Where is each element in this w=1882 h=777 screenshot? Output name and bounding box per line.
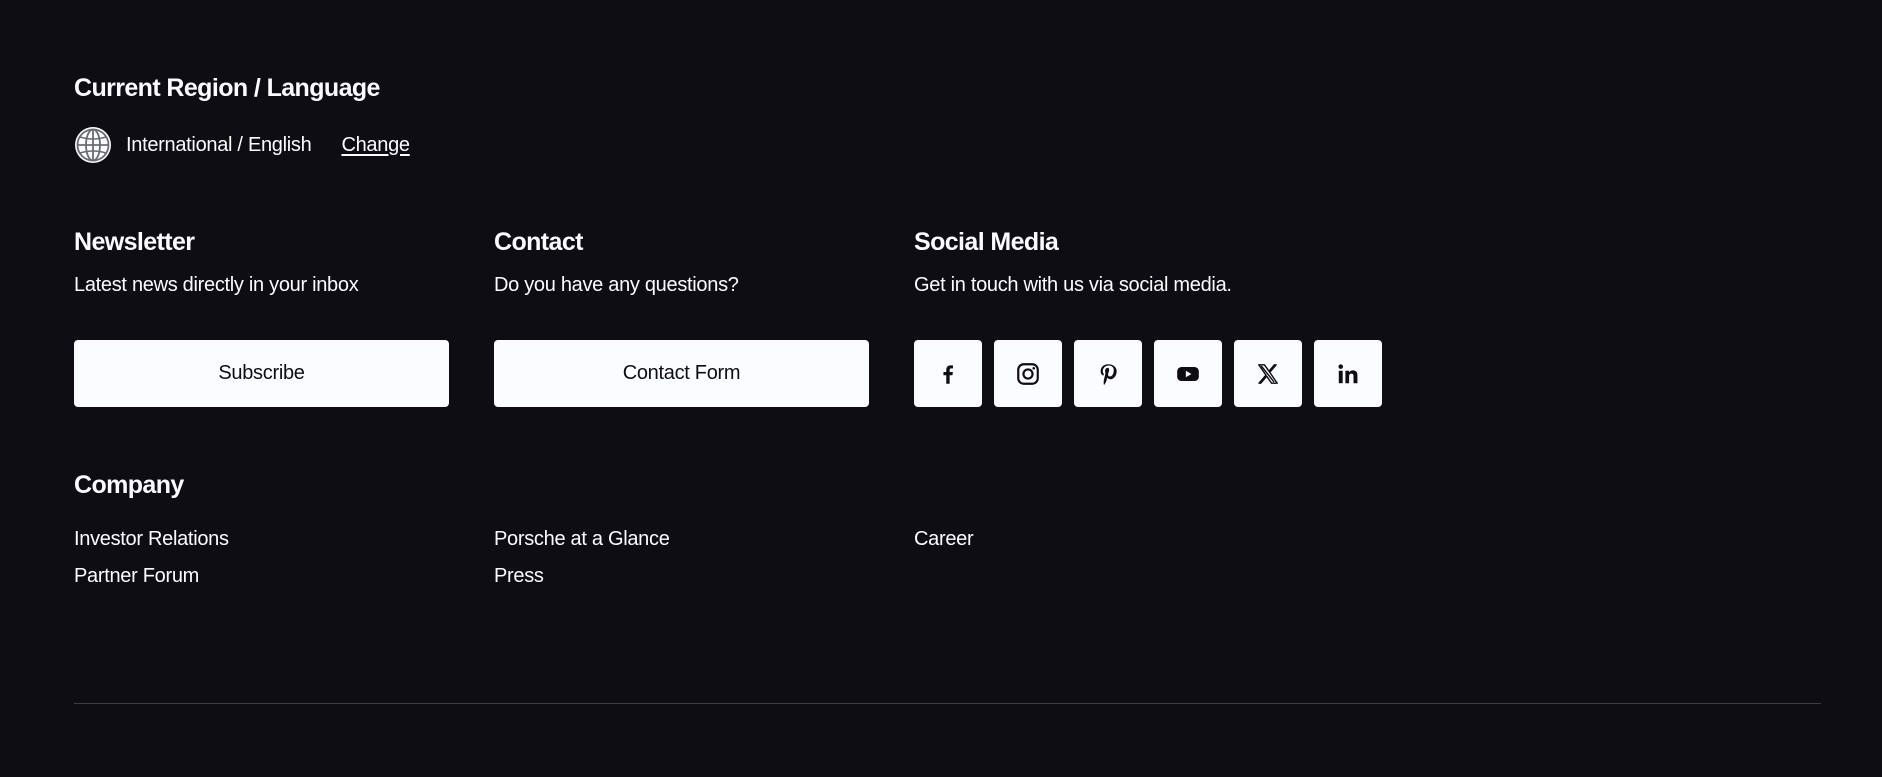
company-heading: Company (74, 471, 184, 499)
contact-description: Do you have any questions? (494, 274, 739, 296)
youtube-icon (1177, 366, 1199, 381)
pinterest-icon (1100, 363, 1117, 385)
social-media-heading: Social Media (914, 228, 1059, 256)
porsche-at-a-glance-link[interactable]: Porsche at a Glance (494, 529, 670, 549)
subscribe-button[interactable]: Subscribe (74, 340, 449, 407)
contact-form-button[interactable]: Contact Form (494, 340, 869, 407)
globe-icon (74, 126, 112, 164)
investor-relations-link[interactable]: Investor Relations (74, 529, 229, 549)
youtube-button[interactable] (1154, 340, 1222, 407)
social-media-description: Get in touch with us via social media. (914, 274, 1232, 296)
linkedin-icon (1338, 363, 1358, 383)
change-region-link[interactable]: Change (341, 135, 410, 155)
site-footer: Current Region / Language International … (0, 0, 1882, 777)
facebook-icon (943, 364, 953, 384)
press-link[interactable]: Press (494, 566, 544, 586)
instagram-button[interactable] (994, 340, 1062, 407)
newsletter-heading: Newsletter (74, 228, 195, 256)
current-region-label: International / English (126, 134, 312, 156)
instagram-icon (1017, 362, 1039, 385)
newsletter-description: Latest news directly in your inbox (74, 274, 359, 296)
footer-divider (74, 703, 1821, 704)
contact-heading: Contact (494, 228, 583, 256)
facebook-button[interactable] (914, 340, 982, 407)
pinterest-button[interactable] (1074, 340, 1142, 407)
linkedin-button[interactable] (1314, 340, 1382, 407)
career-link[interactable]: Career (914, 529, 974, 549)
region-row: International / English Change (74, 126, 410, 164)
x-icon (1258, 363, 1278, 384)
partner-forum-link[interactable]: Partner Forum (74, 566, 199, 586)
region-heading: Current Region / Language (74, 74, 380, 102)
x-button[interactable] (1234, 340, 1302, 407)
